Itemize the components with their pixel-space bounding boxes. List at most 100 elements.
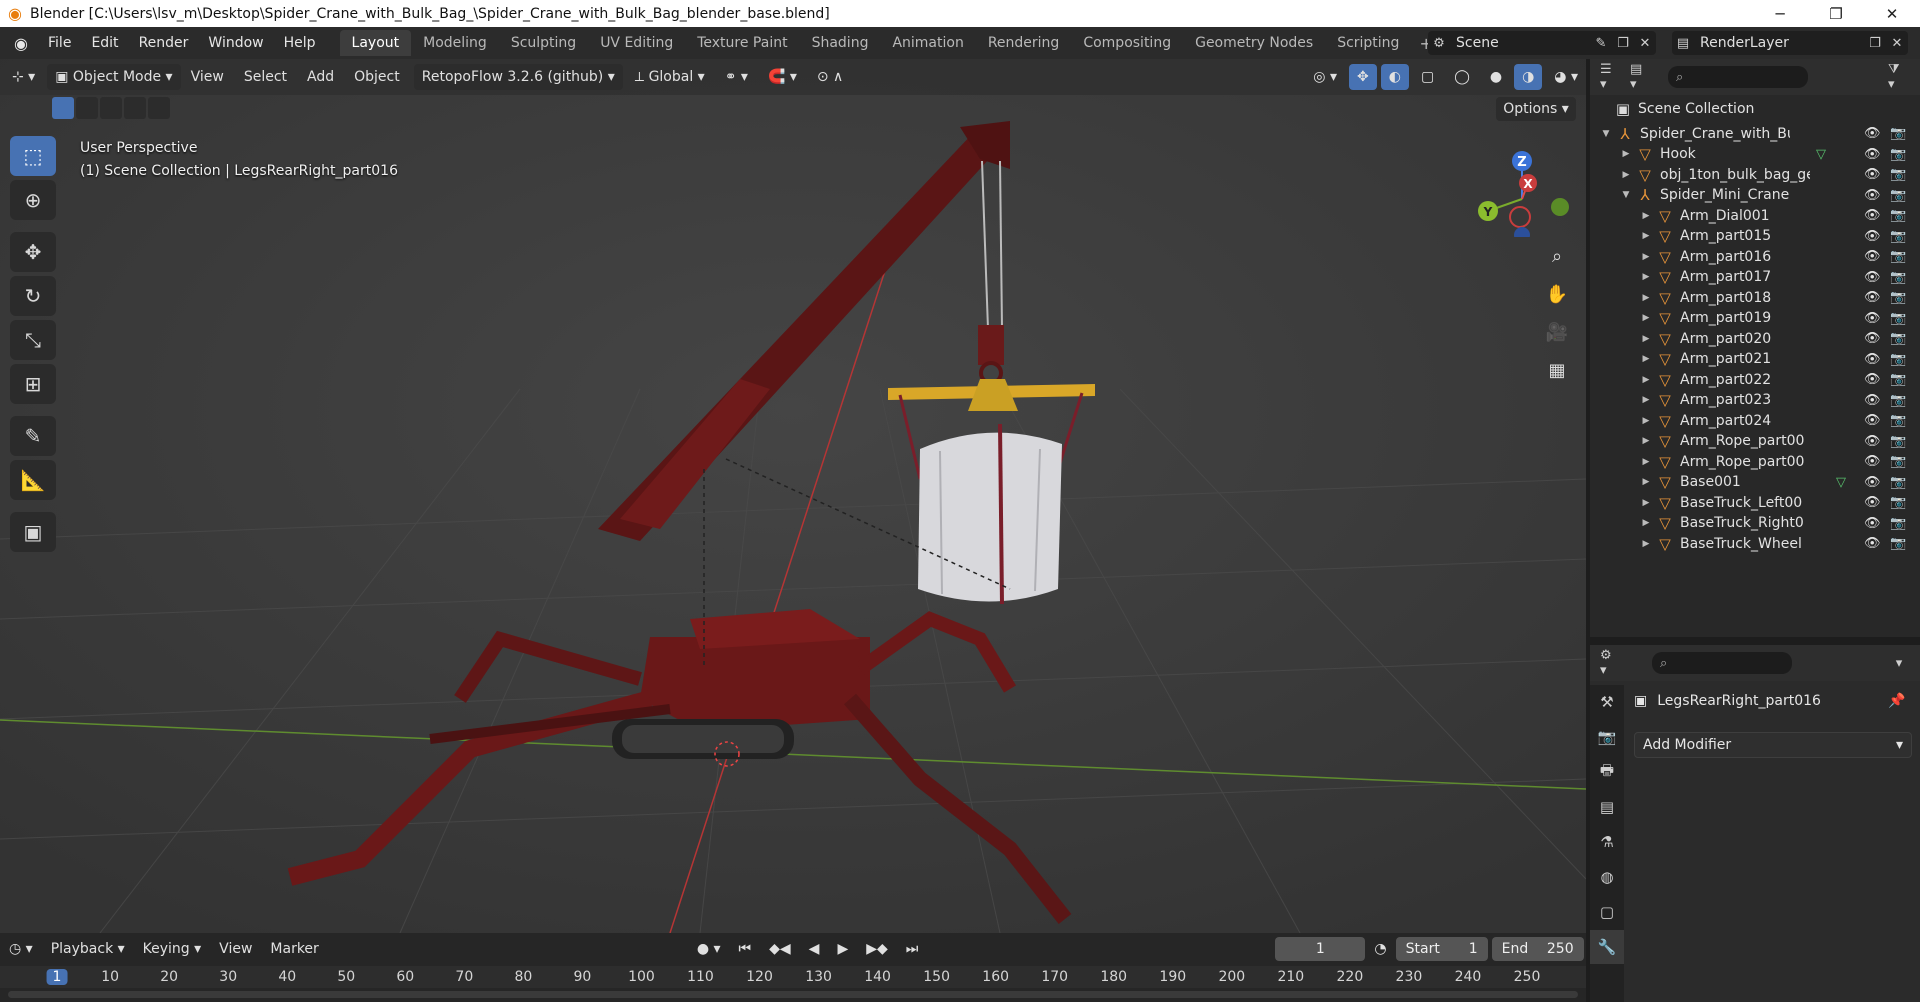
outliner-search-input[interactable]: ⌕ — [1668, 66, 1808, 88]
timeline-editor-type[interactable]: ◷ ▾ — [0, 941, 42, 957]
render-visibility-icon[interactable]: 📷 — [1890, 249, 1906, 264]
render-visibility-icon[interactable]: 📷 — [1890, 536, 1906, 551]
select-intersect-icon[interactable] — [148, 97, 170, 119]
filter-icon[interactable]: ⧩ ▾ — [1888, 62, 1910, 92]
outliner-editor-type-icon[interactable]: ☰ ▾ — [1600, 62, 1622, 92]
visibility-eye-icon[interactable]: 👁 — [1864, 126, 1881, 141]
new-scene-icon[interactable]: ❐ — [1612, 32, 1634, 54]
visibility-eye-icon[interactable]: 👁 — [1864, 352, 1881, 367]
ortho-grid-icon[interactable]: ▦ — [1540, 353, 1574, 387]
visibility-eye-icon[interactable]: 👁 — [1864, 188, 1881, 203]
select-new-icon[interactable] — [52, 97, 74, 119]
mesh-data-icon[interactable]: ▽ — [1816, 147, 1846, 162]
expand-right-icon[interactable]: ▶ — [1640, 416, 1652, 426]
world-tab-icon[interactable]: ◍ — [1590, 860, 1624, 894]
expand-right-icon[interactable]: ▶ — [1640, 211, 1652, 221]
render-visibility-icon[interactable]: 📷 — [1890, 393, 1906, 408]
current-frame-field[interactable]: 1 — [1275, 937, 1366, 961]
pin-object-icon[interactable]: 📌 — [1888, 693, 1905, 709]
new-layer-icon[interactable]: ❐ — [1864, 32, 1886, 54]
visibility-eye-icon[interactable]: 👁 — [1864, 270, 1881, 285]
frame-ruler[interactable]: 1 10 20 30 40 50 60 70 80 90 100 110 120 130 140 150 160… — [0, 966, 1586, 988]
visibility-eye-icon[interactable]: 👁 — [1864, 372, 1881, 387]
render-visibility-icon[interactable]: 📷 — [1890, 147, 1906, 162]
playback-menu[interactable]: Playback ▾ — [42, 941, 134, 957]
render-visibility-icon[interactable]: 📷 — [1890, 516, 1906, 531]
tab-sculpting[interactable]: Sculpting — [499, 30, 588, 56]
render-visibility-icon[interactable]: 📷 — [1890, 167, 1906, 182]
rendered-shading-icon[interactable]: ◕ ▾ — [1546, 64, 1586, 90]
tab-compositing[interactable]: Compositing — [1071, 30, 1183, 56]
visibility-eye-icon[interactable]: 👁 — [1864, 454, 1881, 469]
timeline-scrollbar[interactable] — [8, 991, 1578, 998]
expand-right-icon[interactable]: ▶ — [1640, 272, 1652, 282]
render-visibility-icon[interactable]: 📷 — [1890, 454, 1906, 469]
play-icon[interactable]: ▶ — [828, 941, 857, 957]
render-visibility-icon[interactable]: 📷 — [1890, 413, 1906, 428]
options-dropdown[interactable]: Options ▾ — [1496, 97, 1576, 121]
add-menu[interactable]: Add — [297, 69, 344, 85]
visibility-eye-icon[interactable]: 👁 — [1864, 475, 1881, 490]
tab-animation[interactable]: Animation — [880, 30, 975, 56]
measure-tool-icon[interactable]: 📐 — [10, 460, 56, 500]
menu-render[interactable]: Render — [129, 35, 199, 51]
tab-layout[interactable]: Layout — [339, 30, 412, 56]
render-visibility-icon[interactable]: 📷 — [1890, 290, 1906, 305]
pivot-icon[interactable]: ⚭ ▾ — [717, 64, 756, 90]
annotate-tool-icon[interactable]: ✎ — [10, 416, 56, 456]
visibility-eye-icon[interactable]: 👁 — [1864, 208, 1881, 223]
expand-down-icon[interactable]: ▼ — [1620, 190, 1632, 200]
jump-end-icon[interactable]: ⏭ — [897, 941, 928, 957]
viewport-scene[interactable] — [0, 59, 1586, 933]
scene-selector[interactable]: ⚙ Scene ✎ ❐ ✕ — [1428, 31, 1656, 55]
visibility-eye-icon[interactable]: 👁 — [1864, 516, 1881, 531]
wireframe-shading-icon[interactable]: ◯ — [1446, 64, 1478, 90]
visibility-eye-icon[interactable]: 👁 — [1864, 249, 1881, 264]
render-visibility-icon[interactable]: 📷 — [1890, 372, 1906, 387]
visibility-eye-icon[interactable]: 👁 — [1864, 495, 1881, 510]
select-subtract-icon[interactable] — [100, 97, 122, 119]
visibility-eye-icon[interactable]: 👁 — [1864, 536, 1881, 551]
expand-right-icon[interactable]: ▶ — [1640, 293, 1652, 303]
stopwatch-icon[interactable]: ◔ — [1365, 941, 1395, 957]
menu-window[interactable]: Window — [198, 35, 273, 51]
display-mode-icon[interactable]: ▤ ▾ — [1630, 62, 1652, 92]
properties-search-input[interactable]: ⌕ — [1652, 652, 1792, 674]
scene-tab-icon[interactable]: ⚗ — [1590, 825, 1624, 859]
visibility-eye-icon[interactable]: 👁 — [1864, 434, 1881, 449]
orientation-dropdown[interactable]: ⟂ Global ▾ — [627, 64, 713, 90]
tab-uv-editing[interactable]: UV Editing — [588, 30, 685, 56]
view-menu[interactable]: View — [181, 69, 234, 85]
expand-right-icon[interactable]: ▶ — [1640, 231, 1652, 241]
select-invert-icon[interactable] — [124, 97, 146, 119]
expand-right-icon[interactable]: ▶ — [1640, 354, 1652, 364]
add-cube-tool-icon[interactable]: ▣ — [10, 512, 56, 552]
blender-menu-icon[interactable]: ◉ — [10, 34, 32, 53]
jump-start-icon[interactable]: ⏮ — [730, 941, 761, 957]
modifier-tab-icon[interactable]: 🔧 — [1590, 930, 1624, 964]
expand-right-icon[interactable]: ▶ — [1640, 539, 1652, 549]
pin-icon[interactable]: ✎ — [1590, 32, 1612, 54]
marker-menu[interactable]: Marker — [261, 941, 327, 957]
menu-help[interactable]: Help — [274, 35, 326, 51]
visibility-eye-icon[interactable]: 👁 — [1864, 167, 1881, 182]
close-button[interactable]: ✕ — [1864, 0, 1920, 27]
properties-options-icon[interactable]: ▾ — [1888, 652, 1910, 674]
render-visibility-icon[interactable]: 📷 — [1890, 270, 1906, 285]
move-tool-icon[interactable]: ✥ — [10, 232, 56, 272]
render-visibility-icon[interactable]: 📷 — [1890, 495, 1906, 510]
solid-shading-icon[interactable]: ● — [1482, 64, 1510, 90]
visibility-eye-icon[interactable]: 👁 — [1864, 331, 1881, 346]
tab-shading[interactable]: Shading — [800, 30, 881, 56]
properties-editor-type-icon[interactable]: ⚙ ▾ — [1600, 648, 1622, 678]
scale-tool-icon[interactable]: ⤡ — [10, 320, 56, 360]
expand-right-icon[interactable]: ▶ — [1640, 498, 1652, 508]
visibility-eye-icon[interactable]: 👁 — [1864, 413, 1881, 428]
expand-right-icon[interactable]: ▶ — [1640, 334, 1652, 344]
output-tab-icon[interactable]: 🖶 — [1590, 755, 1624, 789]
render-visibility-icon[interactable]: 📷 — [1890, 311, 1906, 326]
tool-tab-icon[interactable]: ⚒ — [1590, 685, 1624, 719]
object-tab-icon[interactable]: ▢ — [1590, 895, 1624, 929]
tab-geometry-nodes[interactable]: Geometry Nodes — [1183, 30, 1325, 56]
material-shading-icon[interactable]: ◑ — [1514, 64, 1543, 90]
